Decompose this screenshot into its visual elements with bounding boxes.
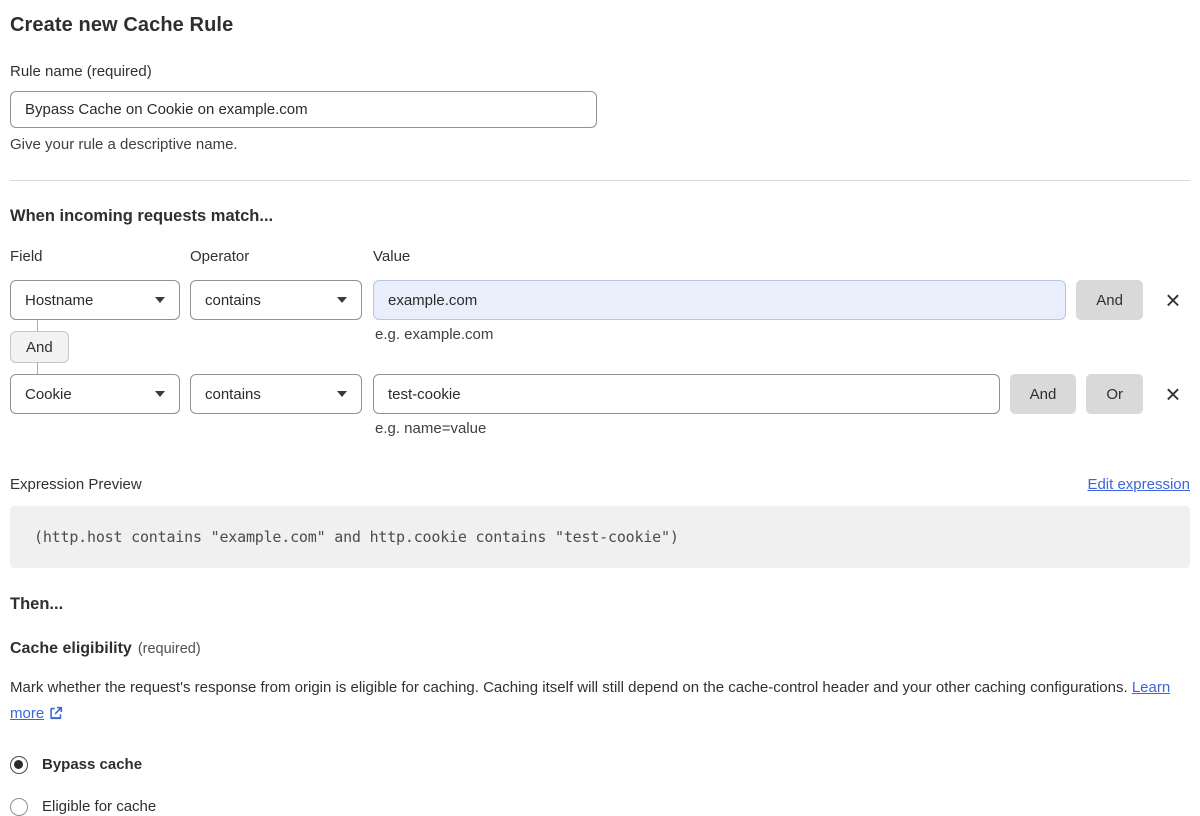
chevron-down-icon [155, 391, 165, 397]
external-link-icon [49, 703, 63, 729]
rule-name-input[interactable] [10, 91, 597, 128]
rule-name-helper: Give your rule a descriptive name. [10, 136, 238, 153]
chevron-down-icon [155, 297, 165, 303]
value-column-2: e.g. name=value [373, 374, 1000, 437]
rule-name-section: Rule name (required) Give your rule a de… [10, 63, 1190, 153]
cache-eligibility-heading: Cache eligibility (required) [10, 640, 1190, 658]
cache-eligibility-title: Cache eligibility [10, 640, 132, 657]
expression-preview-label: Expression Preview [10, 476, 142, 493]
value-input-1[interactable] [373, 280, 1067, 320]
chevron-down-icon [337, 297, 347, 303]
connector-and-button[interactable]: And [10, 331, 69, 363]
field-select-2[interactable]: Cookie [10, 374, 180, 414]
connector-line [37, 362, 38, 374]
operator-select-2[interactable]: contains [190, 374, 362, 414]
operator-column-label: Operator [190, 248, 250, 265]
value-hint-2: e.g. name=value [375, 420, 487, 437]
field-select-1[interactable]: Hostname [10, 280, 180, 320]
value-column-label: Value [373, 248, 411, 265]
required-tag: (required) [137, 641, 201, 657]
radio-option-label: Bypass cache [42, 756, 143, 773]
condition-row-2: Cookie contains e.g. name=value And Or × [10, 374, 1190, 437]
remove-condition-button-2[interactable]: × [1158, 374, 1188, 414]
radio-option-eligible-for-cache[interactable]: Eligible for cache [10, 797, 1190, 816]
edit-expression-link[interactable]: Edit expression [1087, 476, 1190, 493]
add-and-condition-button-2[interactable]: And [1009, 374, 1077, 414]
value-column-1: e.g. example.com [373, 280, 1067, 343]
condition-column-labels: Field Operator Value [10, 248, 1190, 265]
radio-option-label: Eligible for cache [42, 798, 157, 815]
add-or-condition-button-2[interactable]: Or [1086, 374, 1143, 414]
value-hint-1: e.g. example.com [375, 326, 494, 343]
page-title: Create new Cache Rule [10, 14, 234, 36]
section-divider [10, 180, 1190, 181]
radio-icon [10, 797, 28, 816]
field-column-label: Field [10, 248, 43, 265]
field-select-2-value: Cookie [25, 385, 72, 403]
add-and-condition-button-1[interactable]: And [1076, 280, 1143, 320]
field-select-1-value: Hostname [25, 291, 94, 309]
operator-select-1[interactable]: contains [190, 280, 362, 320]
expression-preview-header: Expression Preview Edit expression [10, 476, 1190, 493]
condition-row-1: Hostname contains e.g. example.com And × [10, 280, 1190, 343]
radio-option-bypass-cache[interactable]: Bypass cache [10, 755, 1190, 774]
description-text: Mark whether the request's response from… [10, 679, 1128, 696]
remove-condition-button-1[interactable]: × [1158, 280, 1188, 320]
expression-code-block: (http.host contains "example.com" and ht… [10, 506, 1190, 568]
cache-eligibility-options: Bypass cache Eligible for cache [10, 755, 1190, 816]
rule-name-label: Rule name (required) [10, 63, 152, 80]
value-input-2[interactable] [373, 374, 1000, 414]
then-heading: Then... [10, 595, 64, 613]
chevron-down-icon [337, 391, 347, 397]
radio-icon [10, 755, 28, 774]
operator-select-1-value: contains [205, 291, 261, 309]
cache-eligibility-description: Mark whether the request's response from… [10, 675, 1190, 730]
condition-connector: And [10, 320, 180, 374]
match-heading: When incoming requests match... [10, 207, 274, 225]
operator-select-2-value: contains [205, 385, 261, 403]
